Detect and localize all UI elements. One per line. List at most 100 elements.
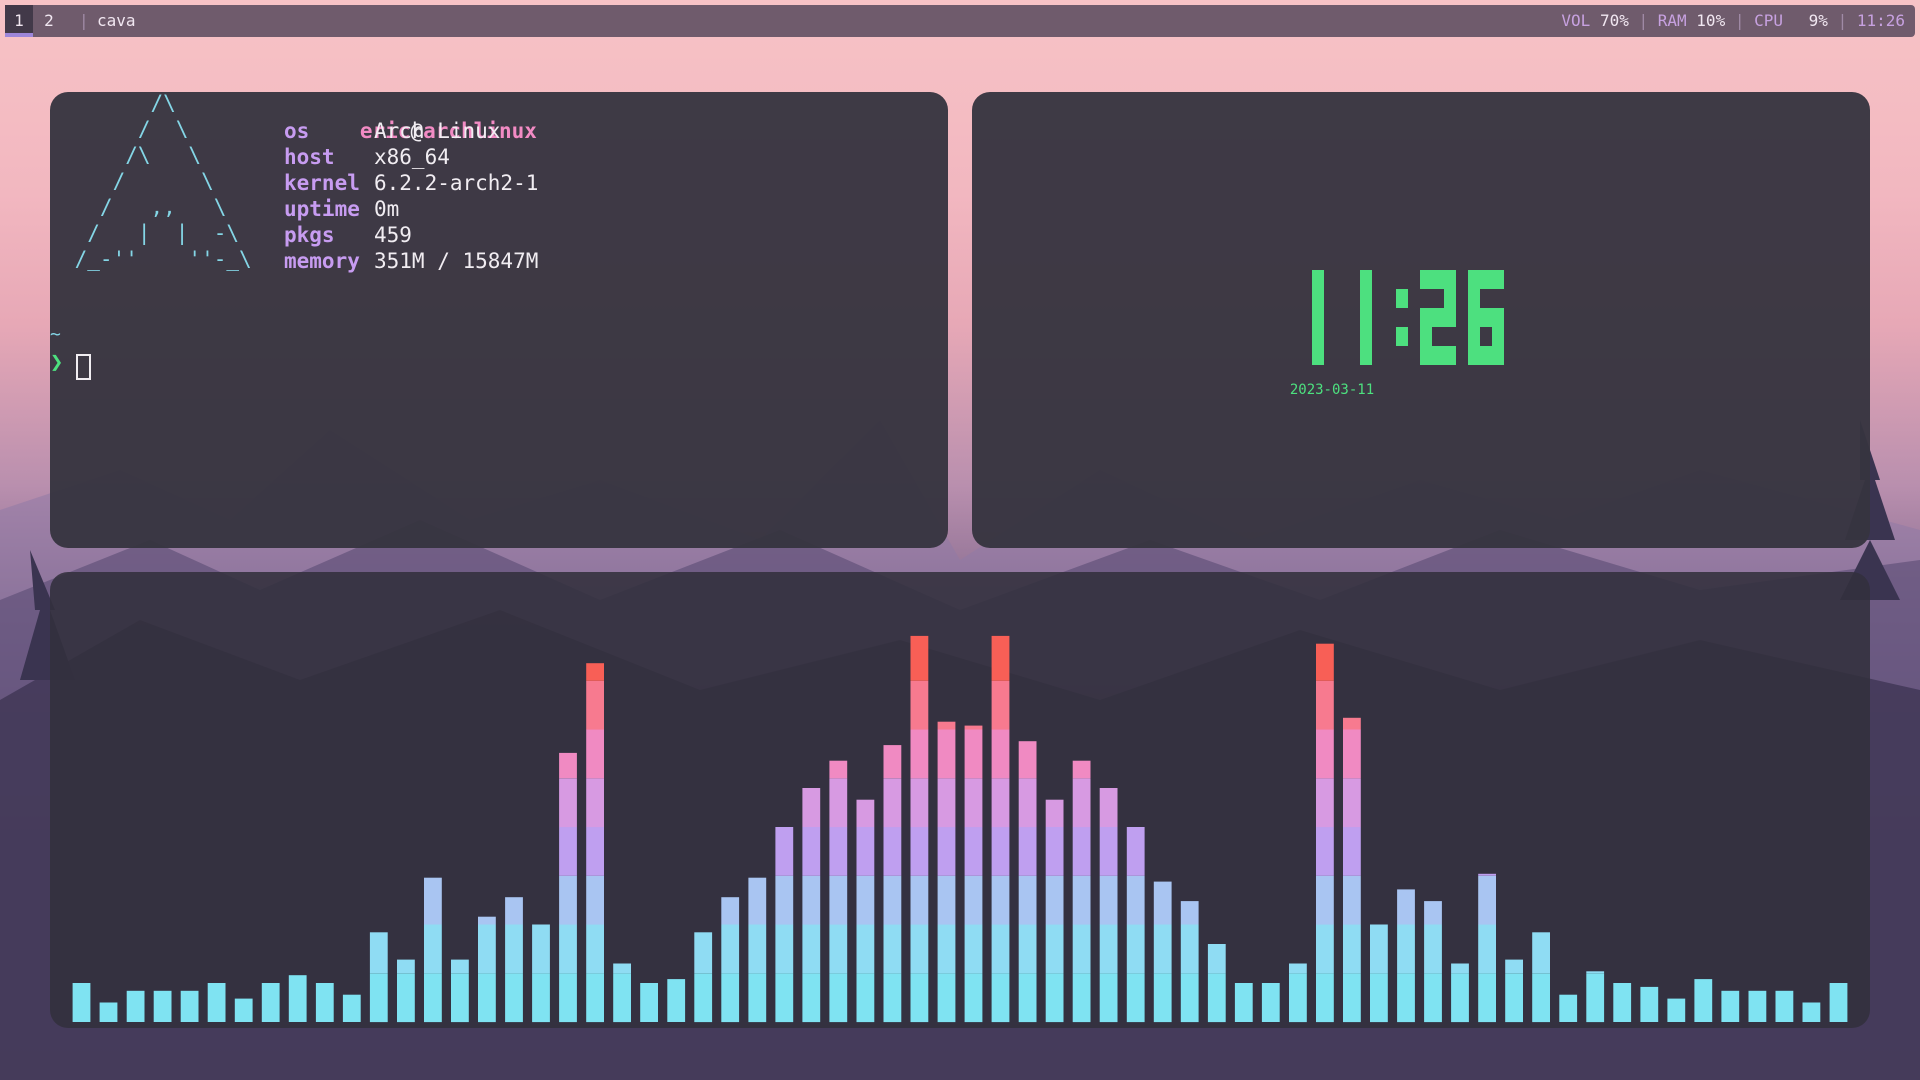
spectrum-bar-segment bbox=[937, 924, 956, 974]
spectrum-bar-segment bbox=[1018, 827, 1037, 876]
spectrum-bar-segment bbox=[559, 827, 577, 876]
clock-pixel bbox=[1312, 289, 1324, 308]
spectrum-bar-segment bbox=[1072, 875, 1091, 925]
spectrum-bar-segment bbox=[937, 973, 956, 1023]
spectrum-bar-segment bbox=[991, 875, 1010, 925]
spectrum-bar-segment bbox=[883, 973, 902, 1023]
spectrum-bar-segment bbox=[910, 635, 929, 681]
spectrum-bar-segment bbox=[775, 973, 794, 1023]
prompt-arrow-icon: ❯ bbox=[50, 350, 64, 375]
clock-pixel bbox=[1492, 346, 1504, 365]
spectrum-bar-segment bbox=[532, 973, 550, 1023]
spectrum-bar bbox=[1721, 990, 1740, 1022]
info-key: pkgs bbox=[284, 223, 335, 247]
spectrum-bar-segment bbox=[1261, 983, 1280, 1022]
spectrum-bar-segment bbox=[1343, 973, 1361, 1023]
spectrum-bar-segment bbox=[1018, 924, 1037, 974]
spectrum-bar-segment bbox=[1126, 924, 1145, 974]
spectrum-bar-segment bbox=[1343, 924, 1361, 974]
spectrum-bar bbox=[1289, 963, 1307, 1023]
spectrum-bar-segment bbox=[586, 924, 604, 974]
spectrum-bar-segment bbox=[1126, 827, 1145, 876]
spectrum-bar-segment bbox=[451, 973, 469, 1023]
spectrum-bar-segment bbox=[342, 994, 361, 1022]
spectrum-bar bbox=[1775, 990, 1794, 1022]
spectrum-bar-segment bbox=[397, 959, 415, 974]
spectrum-bar-segment bbox=[856, 799, 875, 827]
spectrum-bar-segment bbox=[505, 897, 523, 925]
cpu-value: 9% bbox=[1808, 11, 1828, 30]
spectrum-bar bbox=[1180, 901, 1199, 1023]
spectrum-bar bbox=[1694, 979, 1713, 1022]
spectrum-bar bbox=[207, 983, 226, 1022]
spectrum-bar-segment bbox=[964, 729, 983, 779]
spectrum-bar-segment bbox=[1045, 875, 1064, 925]
spectrum-bar-segment bbox=[1640, 986, 1659, 1022]
workspace-1-button[interactable]: 1 bbox=[5, 5, 33, 37]
spectrum-bar-segment bbox=[802, 973, 821, 1023]
spectrum-bar-segment bbox=[1829, 983, 1848, 1022]
spectrum-bar-segment bbox=[721, 897, 740, 925]
spectrum-bar bbox=[153, 990, 172, 1022]
spectrum-bar-segment bbox=[586, 778, 604, 828]
clock-pixel bbox=[1312, 346, 1324, 365]
spectrum-bar-segment bbox=[775, 924, 794, 974]
spectrum-bar-segment bbox=[883, 827, 902, 876]
spectrum-bar-segment bbox=[883, 875, 902, 925]
spectrum-bar-segment bbox=[586, 663, 604, 681]
spectrum-bar bbox=[1370, 924, 1388, 1023]
spectrum-bar-segment bbox=[1153, 973, 1172, 1023]
spectrum-bar bbox=[532, 924, 550, 1023]
spectrum-bar bbox=[261, 983, 280, 1022]
spectrum-bar-segment bbox=[1343, 778, 1361, 828]
spectrum-bar-segment bbox=[856, 973, 875, 1023]
cava-visualizer-window[interactable] bbox=[50, 572, 1870, 1028]
spectrum-bar bbox=[937, 721, 956, 1023]
volume-value[interactable]: 70% bbox=[1600, 11, 1629, 30]
clock-pixel bbox=[1432, 308, 1444, 327]
spectrum-bar bbox=[1099, 788, 1118, 1023]
spectrum-bar bbox=[721, 897, 740, 1023]
clock-date: 2023-03-11 bbox=[1289, 382, 1375, 398]
spectrum-bar bbox=[1126, 827, 1145, 1023]
workspace-2-button[interactable]: 2 bbox=[35, 5, 63, 37]
spectrum-bar-segment bbox=[1478, 873, 1496, 876]
spectrum-bar-segment bbox=[937, 827, 956, 876]
spectrum-bar-segment bbox=[1586, 973, 1605, 1023]
spectrum-bar bbox=[694, 932, 713, 1023]
terminal-window[interactable]: /\ / \ /\ \ / \ / ,, \ / | | -\ /_-'' ''… bbox=[50, 92, 948, 548]
spectrum-bar-segment bbox=[505, 924, 523, 974]
clock-pixel bbox=[1420, 327, 1432, 346]
spectrum-bar bbox=[1829, 983, 1848, 1022]
spectrum-bar bbox=[72, 983, 91, 1022]
clock-pixel bbox=[1420, 346, 1432, 365]
info-value: 351M / 15847M bbox=[374, 249, 539, 273]
spectrum-bar-segment bbox=[1478, 924, 1496, 974]
spectrum-bar-segment bbox=[613, 963, 631, 974]
info-row-pkgs: pkgs 459 bbox=[284, 222, 538, 248]
clock-pixel bbox=[1444, 289, 1456, 308]
info-row-memory: memory 351M / 15847M bbox=[284, 248, 538, 274]
spectrum-bar bbox=[1451, 963, 1469, 1023]
spectrum-bar-segment bbox=[1802, 1002, 1821, 1022]
status-modules: VOL 70% | RAM 10% | CPU 9% | 11:26 bbox=[1561, 11, 1905, 30]
info-value: 459 bbox=[374, 223, 412, 247]
spectrum-bar bbox=[1748, 990, 1767, 1022]
info-row-uptime: uptime 0m bbox=[284, 196, 538, 222]
spectrum-bar-segment bbox=[1072, 827, 1091, 876]
spectrum-bar-segment bbox=[424, 877, 442, 925]
spectrum-bar-segment bbox=[991, 635, 1010, 681]
spectrum-bar-segment bbox=[964, 827, 983, 876]
spectrum-bar-segment bbox=[288, 975, 307, 1022]
clock-window[interactable]: 2023-03-11 bbox=[972, 92, 1870, 548]
spectrum-bar bbox=[1640, 986, 1659, 1022]
spectrum-bar-segment bbox=[1289, 973, 1307, 1023]
spectrum-bar-segment bbox=[1343, 827, 1361, 876]
spectrum-bar-segment bbox=[586, 729, 604, 779]
spectrum-bar-segment bbox=[586, 680, 604, 730]
info-key: uptime bbox=[284, 197, 360, 221]
clock-pixel bbox=[1492, 327, 1504, 346]
spectrum-bar-segment bbox=[910, 729, 929, 779]
text-cursor[interactable] bbox=[76, 354, 91, 380]
spectrum-bar-segment bbox=[1234, 983, 1253, 1022]
